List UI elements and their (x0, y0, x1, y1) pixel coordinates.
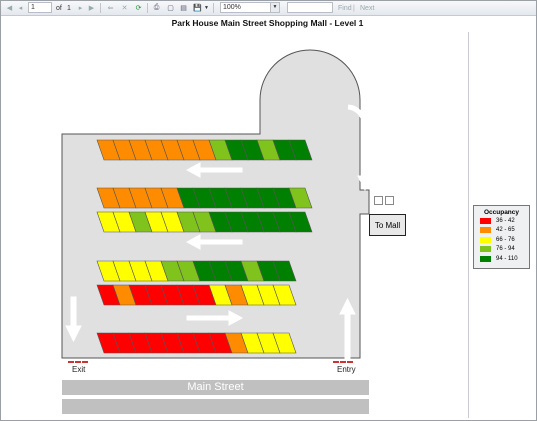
main-street-lane (62, 399, 369, 414)
legend-label: 66 - 76 (496, 236, 515, 243)
legend-item: 94 - 110 (480, 254, 529, 264)
legend-swatch (480, 255, 491, 262)
mall-door-left (374, 196, 383, 205)
legend-item: 76 - 94 (480, 245, 529, 255)
legend-label: 94 - 110 (496, 255, 518, 262)
legend-swatch (480, 227, 491, 234)
mall-door-right (385, 196, 394, 205)
legend-label: 76 - 94 (496, 246, 515, 253)
entry-label: Entry (337, 365, 356, 374)
exit-label: Exit (72, 365, 86, 374)
parking-map (61, 49, 373, 359)
legend-label: 42 - 65 (496, 227, 515, 234)
legend-item: 36 - 42 (480, 216, 529, 226)
to-mall-label: To Mall (369, 214, 406, 236)
legend-swatch (480, 246, 491, 253)
legend-item: 66 - 76 (480, 235, 529, 245)
legend-item: 42 - 65 (480, 226, 529, 236)
legend-swatch (480, 236, 491, 243)
occupancy-legend: Occupancy 36 - 42 42 - 65 66 - 76 76 - 9… (473, 205, 530, 269)
legend-title: Occupancy (483, 209, 520, 216)
legend-label: 36 - 42 (496, 217, 515, 224)
main-street: Main Street (62, 380, 369, 395)
main-street-label: Main Street (187, 381, 244, 393)
legend-swatch (480, 217, 491, 224)
